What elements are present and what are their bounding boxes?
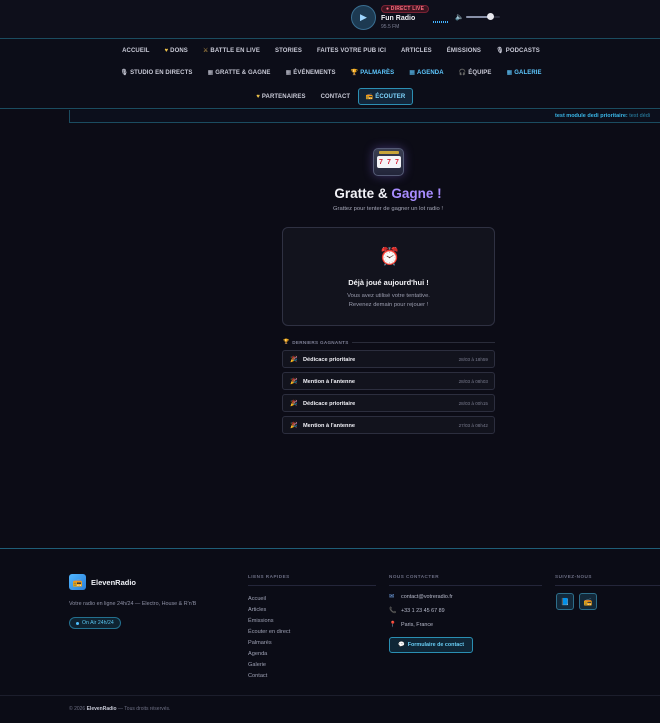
nav-galerie-icon: ▦ [506, 70, 513, 76]
site-footer: 📻 ElevenRadio Votre radio en ligne 24h/2… [0, 548, 660, 723]
contact-phone[interactable]: 📞 +33 1 23 45 67 89 [389, 607, 445, 615]
footer-link-ecouter-en-direct[interactable]: Écouter en direct [248, 629, 290, 640]
nav-palmares-icon: 🏆 [350, 70, 359, 76]
phone-icon: 📞 [389, 608, 397, 614]
party-popper-icon: 🎉 [290, 401, 298, 407]
already-played-hint: Revenez demain pour rejouer ! [348, 302, 429, 308]
footer-link-palmares[interactable]: Palmarès [248, 640, 290, 651]
live-dot-icon [76, 621, 79, 625]
nav-item-accueil[interactable]: ACCUEIL [115, 47, 157, 54]
nav-row-2: 🎙 STUDIO EN DIRECTS ▦ GRATTE & GAGNE ▦ ÉVÉNEM… [0, 69, 660, 77]
nav-item-emissions[interactable]: ÉMISSIONS [439, 47, 488, 54]
brand-tagline: Votre radio en ligne 24h/24 — Electro, H… [69, 601, 197, 607]
station-frequency: 95.5 FM [381, 24, 400, 30]
copyright: © 2026 ElevenRadio — Tous droits réservé… [69, 706, 171, 712]
news-ticker: test module dedi prioritaire: test dédi [69, 110, 660, 123]
already-played-card: ⏰ Déjà joué aujourd'hui ! Vous avez util… [282, 227, 495, 326]
quick-links: Accueil Articles Émissions Écouter en direc… [248, 596, 290, 684]
footer-link-emissions[interactable]: Émissions [248, 618, 290, 629]
slot-machine-icon: 777 [373, 148, 404, 176]
live-badge: ● DIRECT LIVE [381, 5, 430, 13]
social-radio-button[interactable]: 📻 [579, 593, 597, 610]
nav-item-stories[interactable]: STORIES [268, 47, 310, 54]
nav-item-ecouter[interactable]: 📻 ÉCOUTER [357, 88, 414, 105]
already-played-message: Vous avez utilisé votre tentative. [347, 293, 430, 299]
volume-icon[interactable]: 🔈 [455, 13, 464, 21]
contact-title: NOUS CONTACTER [389, 574, 440, 579]
nav-item-faites-votre-pub-ici[interactable]: FAITES VOTRE PUB ICI [309, 47, 393, 54]
nav-battle-en-live-icon: ⚔ [202, 48, 209, 54]
contact-email[interactable]: ✉ contact@votreradio.fr [389, 593, 453, 601]
nav-item-galerie[interactable]: ▦ GALERIE [499, 69, 549, 77]
already-played-title: Déjà joué aujourd'hui ! [348, 278, 429, 287]
nav-podcasts-icon: 🎙 [496, 48, 504, 54]
nav-dons-icon: ♥ [164, 47, 169, 54]
follow-title: SUIVEZ-NOUS [555, 574, 592, 579]
ticker-text: test module dedi prioritaire: test dédi [555, 113, 651, 119]
footer-brand[interactable]: 📻 ElevenRadio [69, 574, 136, 590]
nav-item-contact[interactable]: CONTACT [313, 88, 358, 105]
nav-row-3: ♥ PARTENAIRES CONTACT 📻 ÉCOUTER [0, 88, 660, 105]
chat-icon: 💬 [398, 642, 405, 648]
party-popper-icon: 🎉 [290, 379, 298, 385]
social-book-button[interactable]: 📘 [556, 593, 574, 610]
winner-row: 🎉 Dédicace prioritaire 28/03 à 18h59 [282, 350, 495, 368]
nav-item-partenaires[interactable]: ♥ PARTENAIRES [249, 88, 313, 105]
nav-studio-en-directs-icon: 🎙 [120, 70, 129, 76]
winner-row: 🎉 Mention à l'antenne 28/03 à 08h03 [282, 372, 495, 390]
alarm-clock-icon: ⏰ [379, 247, 401, 266]
contact-form-button[interactable]: 💬 Formulaire de contact [389, 637, 474, 653]
nav-row-1: ACCUEIL ♥ DONS ⚔ BATTLE EN LIVE STORIES FAITES… [0, 47, 660, 55]
party-popper-icon: 🎉 [290, 423, 298, 429]
nav-equipe-icon: 🎧 [458, 70, 467, 76]
brand-name: ElevenRadio [91, 577, 137, 587]
nav-item-dons[interactable]: ♥ DONS [157, 47, 195, 54]
nav-item-equipe[interactable]: 🎧 ÉQUIPE [451, 69, 499, 77]
nav-partenaires-icon: ♥ [256, 93, 260, 100]
nav-item-evenements[interactable]: ▦ ÉVÉNEMENTS [278, 69, 343, 77]
contact-location: 📍 Paris, France [389, 621, 434, 629]
equalizer-icon [433, 19, 448, 23]
mail-icon: ✉ [389, 594, 395, 600]
winners-heading: 🏆 DERNIERS GAGNANTS [283, 338, 495, 346]
volume-thumb[interactable] [486, 13, 494, 20]
radio-player-bar: ▶ ● DIRECT LIVE Fun Radio 95.5 FM 🔈 [0, 0, 660, 39]
nav-ecouter-icon: 📻 [365, 94, 374, 100]
volume-slider[interactable] [466, 13, 500, 20]
book-icon: 📘 [560, 598, 570, 606]
nav-evenements-icon: ▦ [285, 70, 292, 76]
nav-item-articles[interactable]: ARTICLES [393, 47, 439, 54]
page-title: Gratte & Gagne ! [334, 186, 442, 201]
quick-links-title: LIENS RAPIDES [248, 574, 290, 579]
play-icon: ▶ [360, 12, 367, 22]
nav-gratte-gagne-icon: ▦ [207, 70, 214, 76]
footer-link-articles[interactable]: Articles [248, 607, 290, 618]
play-button[interactable]: ▶ [351, 5, 376, 30]
nav-item-podcasts[interactable]: 🎙 PODCASTS [489, 47, 548, 55]
nav-item-agenda[interactable]: ▦ AGENDA [402, 69, 451, 77]
party-popper-icon: 🎉 [290, 357, 298, 363]
footer-link-agenda[interactable]: Agenda [248, 651, 290, 662]
radio-icon: 📻 [583, 598, 593, 606]
footer-link-contact[interactable]: Contact [248, 673, 290, 684]
station-name: Fun Radio [381, 15, 416, 22]
nav-item-gratte-gagne[interactable]: ▦ GRATTE & GAGNE [200, 69, 278, 77]
footer-link-accueil[interactable]: Accueil [248, 596, 290, 607]
nav-item-palmares[interactable]: 🏆 PALMARÈS [343, 69, 402, 77]
radio-logo-icon: 📻 [69, 574, 86, 590]
winner-row: 🎉 Mention à l'antenne 27/03 à 08h42 [282, 416, 495, 434]
nav-item-studio-en-directs[interactable]: 🎙 STUDIO EN DIRECTS [113, 69, 200, 77]
winner-row: 🎉 Dédicace prioritaire 28/03 à 00h15 [282, 394, 495, 412]
footer-link-galerie[interactable]: Galerie [248, 662, 290, 673]
trophy-icon: 🏆 [283, 339, 290, 345]
nav-agenda-icon: ▦ [409, 70, 416, 76]
pin-icon: 📍 [389, 622, 397, 628]
main-navigation: ACCUEIL ♥ DONS ⚔ BATTLE EN LIVE STORIES FAITES… [0, 39, 660, 109]
nav-item-battle-en-live[interactable]: ⚔ BATTLE EN LIVE [195, 47, 267, 55]
on-air-badge: On Air 24h/24 [69, 617, 121, 629]
page-subtitle: Grattez pour tenter de gagner un lot rad… [333, 206, 443, 212]
